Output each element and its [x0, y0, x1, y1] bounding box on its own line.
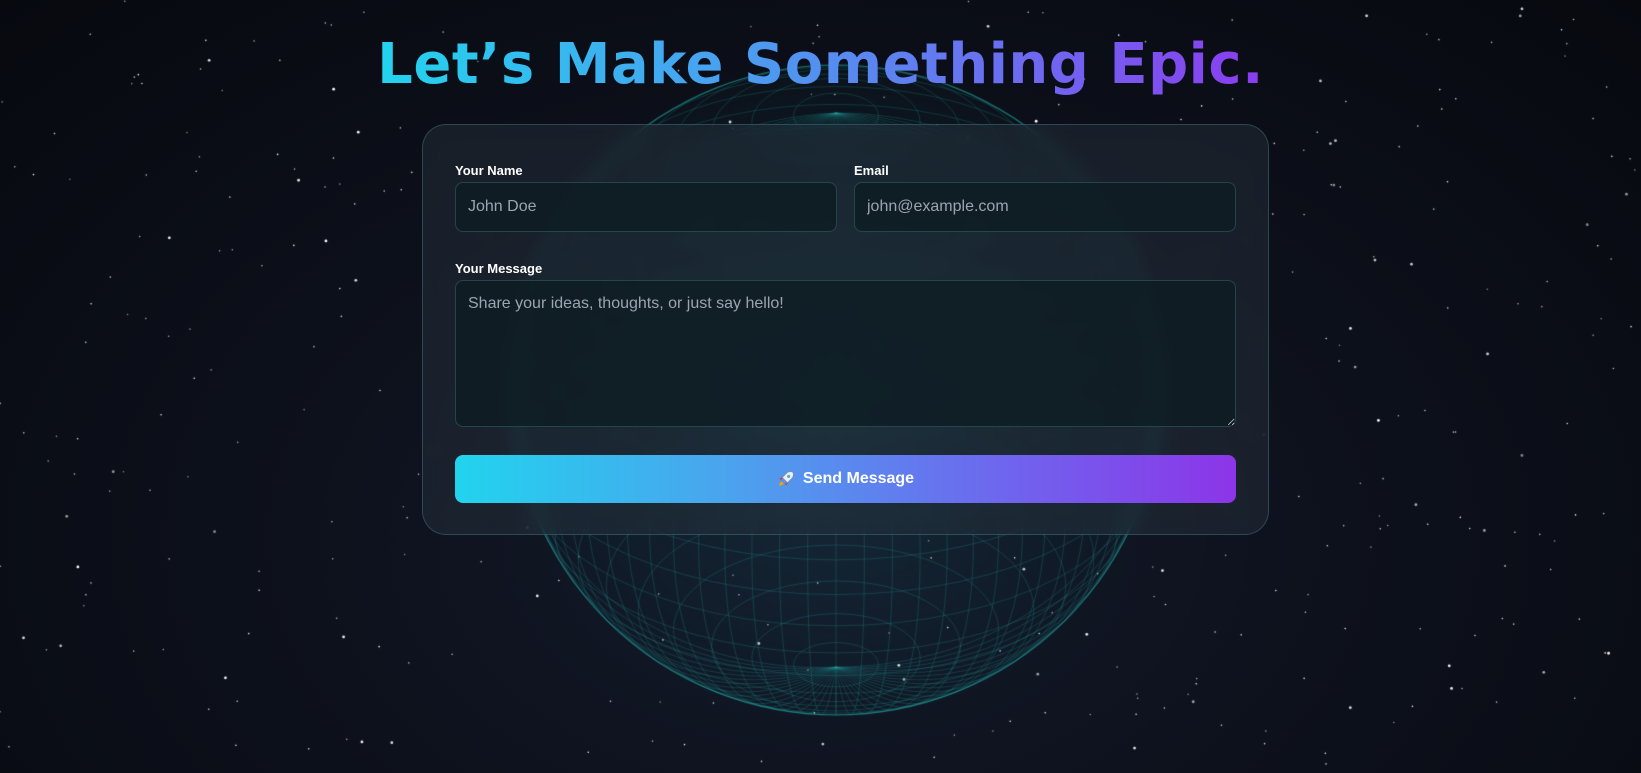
- contact-form: Your Name Email Your Message Send Messag…: [422, 124, 1269, 535]
- send-message-button[interactable]: Send Message: [455, 455, 1236, 503]
- message-textarea[interactable]: [455, 280, 1236, 427]
- message-label: Your Message: [455, 261, 543, 276]
- send-message-label: Send Message: [802, 470, 915, 487]
- email-label: Email: [854, 163, 889, 178]
- page-title: Let’s Make Something Epic.: [0, 30, 1641, 100]
- name-input[interactable]: [455, 182, 837, 232]
- rocket-icon: [779, 471, 794, 486]
- page-title-text: Let’s Make Something Epic.: [377, 32, 1264, 97]
- name-label: Your Name: [455, 163, 523, 178]
- email-input[interactable]: [854, 182, 1236, 232]
